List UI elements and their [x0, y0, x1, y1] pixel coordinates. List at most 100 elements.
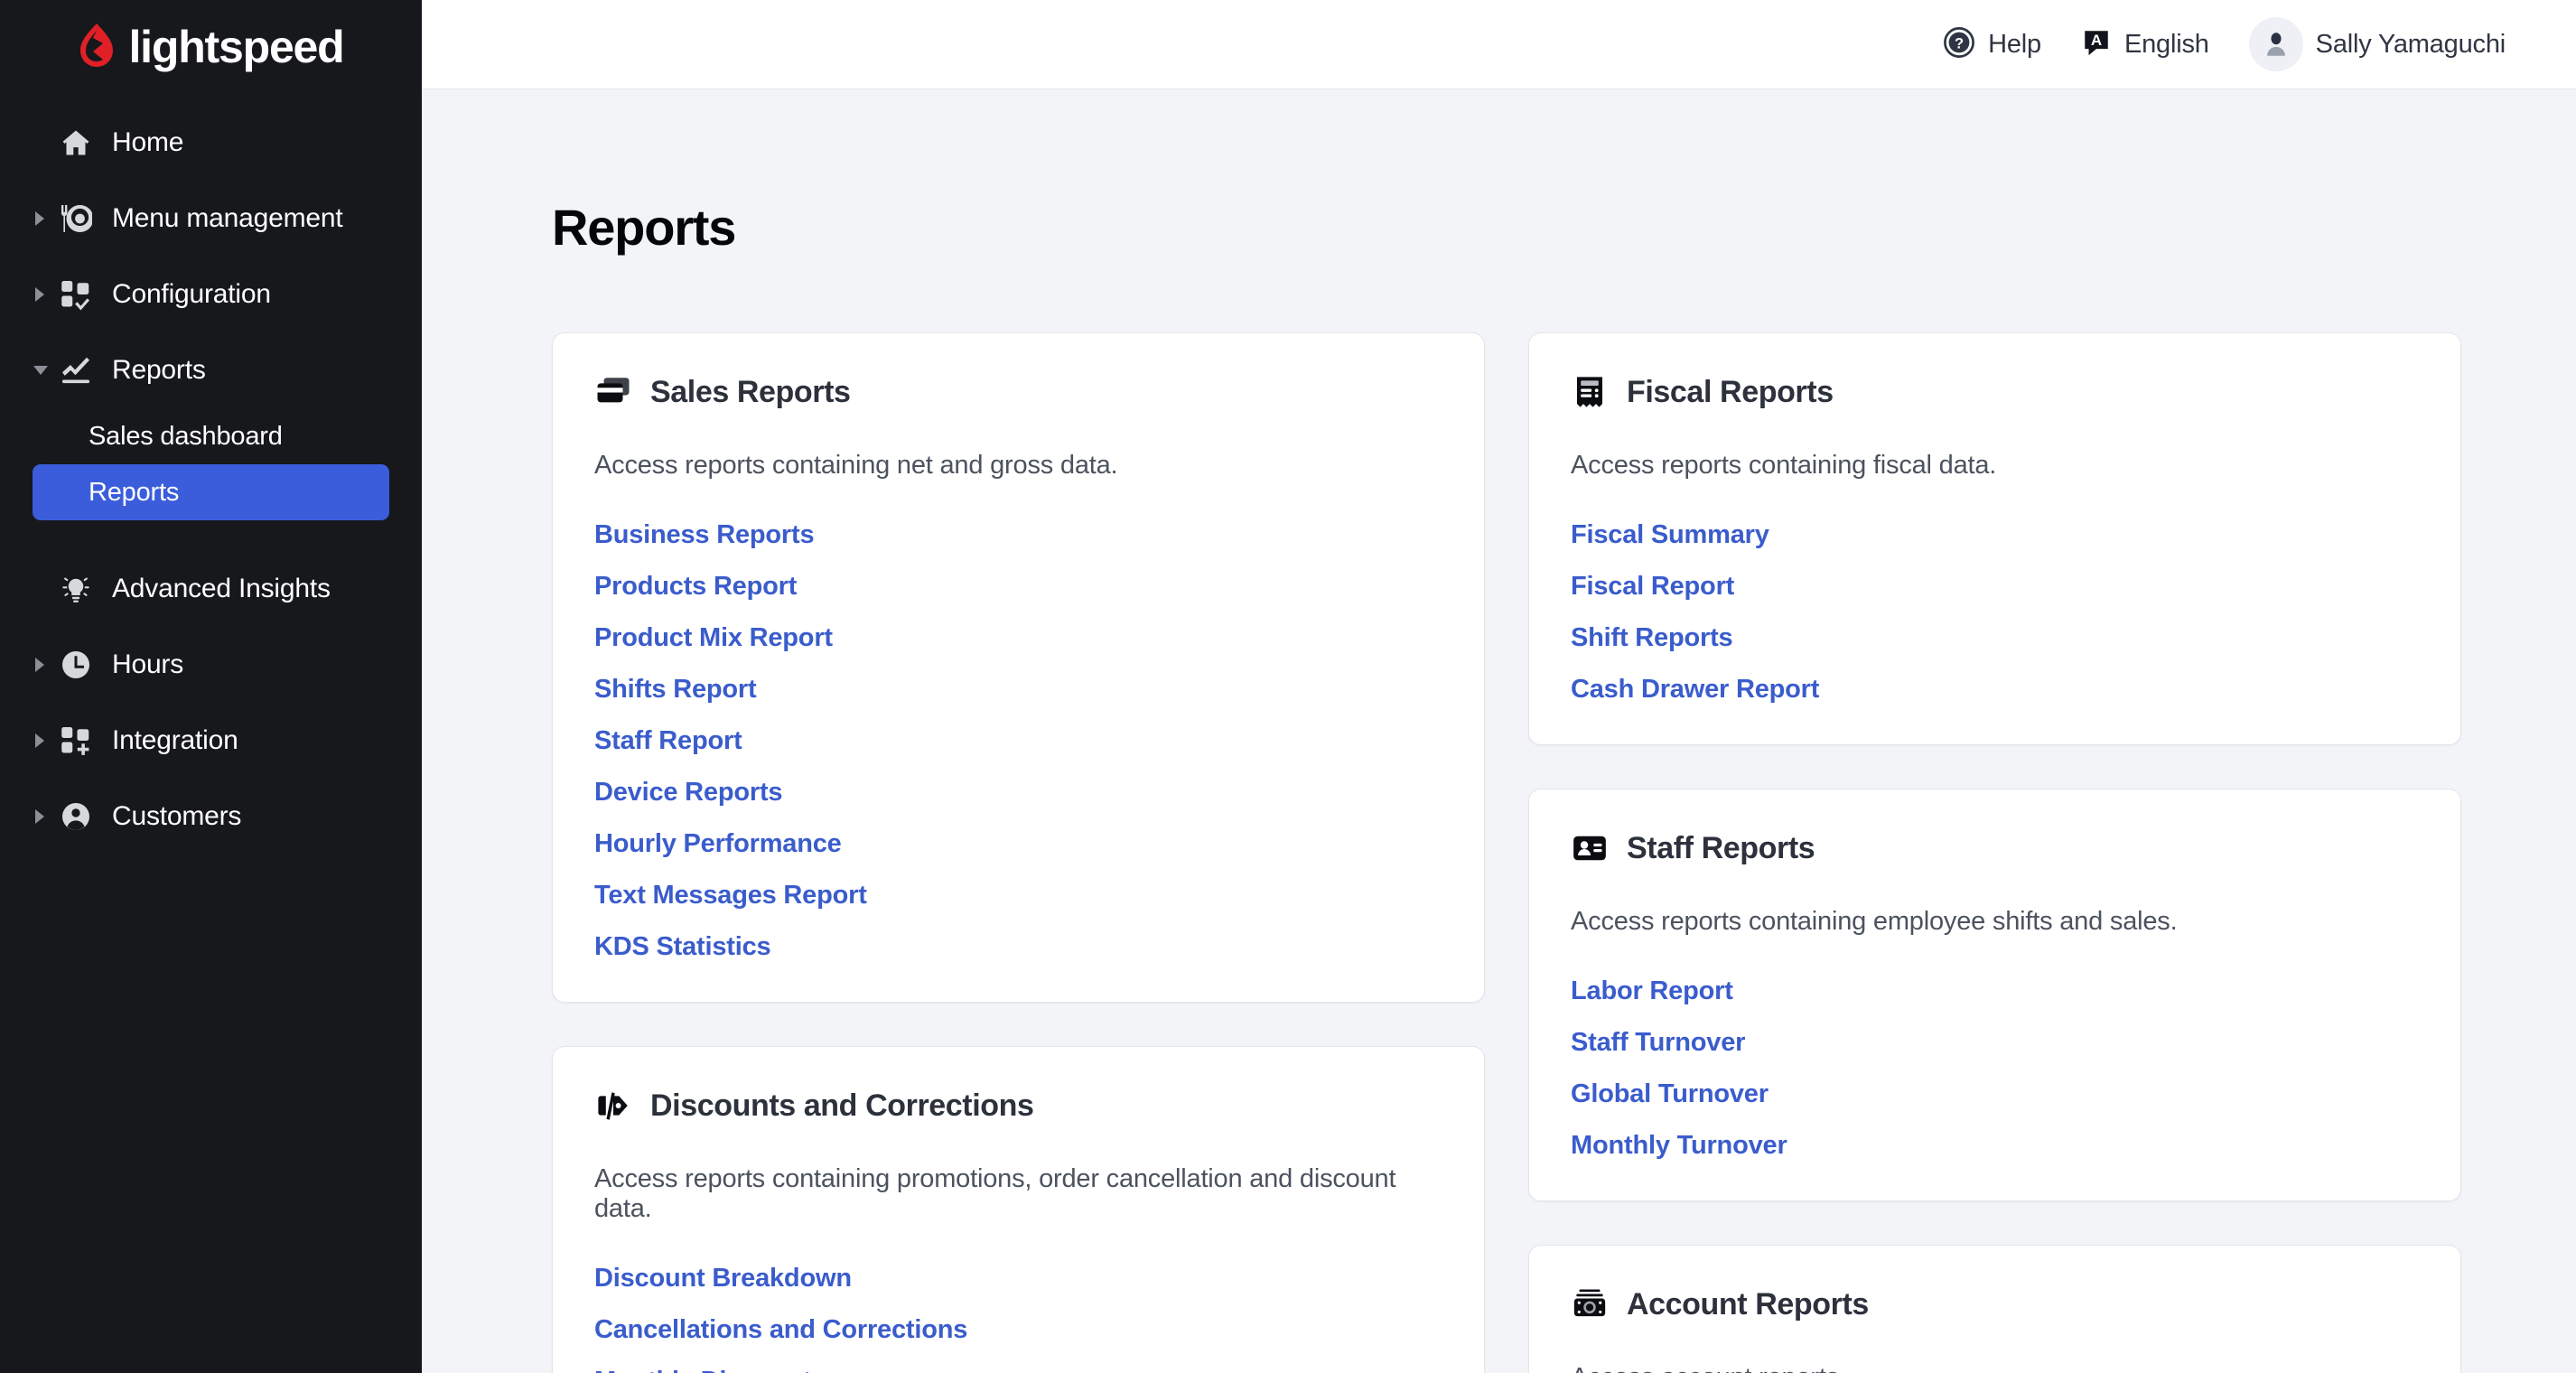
- card-title: Discounts and Corrections: [650, 1088, 1034, 1123]
- report-link[interactable]: Global Turnover: [1571, 1069, 1769, 1120]
- chevron-right-icon[interactable]: [33, 210, 60, 227]
- sidebar-item-integration[interactable]: Integration: [0, 703, 422, 779]
- report-link[interactable]: Shift Reports: [1571, 612, 1733, 664]
- report-link[interactable]: Staff Turnover: [1571, 1017, 1745, 1069]
- chevron-right-icon[interactable]: [33, 286, 60, 303]
- sidebar-item-label: Integration: [112, 725, 238, 755]
- reports-chart-icon: [60, 354, 112, 387]
- card-header: Sales Reports: [594, 373, 1444, 411]
- sidebar-subitem-sales-dashboard[interactable]: Sales dashboard: [33, 408, 389, 464]
- brand-logo[interactable]: lightspeed: [0, 0, 422, 87]
- sidebar-item-label: Customers: [112, 801, 242, 831]
- sidebar-item-advanced-insights[interactable]: Advanced Insights: [0, 551, 422, 627]
- card-links: Labor Report Staff Turnover Global Turno…: [1571, 976, 2421, 1161]
- user-menu[interactable]: Sally Yamaguchi: [2229, 0, 2525, 89]
- discount-tag-icon: [594, 1087, 632, 1125]
- help-label: Help: [1988, 29, 2041, 59]
- sidebar-item-label: Home: [112, 127, 184, 157]
- integration-icon: [60, 724, 112, 757]
- sidebar-item-reports[interactable]: Reports: [0, 332, 422, 408]
- card-staff-reports: Staff Reports Access reports containing …: [1528, 789, 2461, 1201]
- report-link[interactable]: Fiscal Report: [1571, 561, 1734, 612]
- report-link[interactable]: Shifts Report: [594, 664, 757, 715]
- receipt-icon: [1571, 373, 1609, 411]
- chevron-right-icon[interactable]: [33, 733, 60, 749]
- help-icon: ?: [1943, 26, 1975, 63]
- card-title: Sales Reports: [650, 374, 851, 409]
- translate-icon: A: [2081, 27, 2112, 62]
- report-link[interactable]: Monthly Turnover: [1571, 1120, 1787, 1161]
- left-column: Sales Reports Access reports containing …: [552, 332, 1485, 1373]
- configuration-icon: [60, 278, 112, 311]
- card-description: Access reports containing promotions, or…: [594, 1164, 1396, 1223]
- sidebar-item-hours[interactable]: Hours: [0, 627, 422, 703]
- card-fiscal-reports: Fiscal Reports Access reports containing…: [1528, 332, 2461, 745]
- card-title: Fiscal Reports: [1627, 374, 1834, 409]
- clock-icon: [60, 649, 112, 681]
- sidebar-item-label: Menu management: [112, 203, 343, 233]
- sidebar-item-label: Hours: [112, 649, 184, 679]
- sidebar-item-label: Advanced Insights: [112, 574, 331, 603]
- sidebar-item-customers[interactable]: Customers: [0, 779, 422, 855]
- chevron-right-icon[interactable]: [33, 657, 60, 673]
- report-link[interactable]: Hourly Performance: [594, 818, 842, 870]
- report-link[interactable]: Discount Breakdown: [594, 1264, 852, 1304]
- card-description: Access reports containing net and gross …: [594, 451, 1118, 480]
- report-link[interactable]: Cancellations and Corrections: [594, 1304, 967, 1356]
- credit-cards-icon: [594, 373, 632, 411]
- language-selector[interactable]: A English: [2061, 0, 2229, 89]
- card-links: Fiscal Summary Fiscal Report Shift Repor…: [1571, 520, 2421, 705]
- report-link[interactable]: KDS Statistics: [594, 921, 771, 962]
- card-header: Account Reports: [1571, 1285, 2421, 1323]
- menu-management-icon: [60, 202, 112, 235]
- card-links: Business Reports Products Report Product…: [594, 520, 1444, 962]
- home-icon: [60, 126, 112, 159]
- report-link[interactable]: Labor Report: [1571, 976, 1733, 1017]
- right-column: Fiscal Reports Access reports containing…: [1528, 332, 2461, 1373]
- avatar: [2248, 17, 2303, 71]
- sidebar-subitem-reports[interactable]: Reports: [33, 464, 389, 520]
- content-area: Reports Sales Reports Access reports con…: [422, 89, 2576, 1373]
- sidebar-item-configuration[interactable]: Configuration: [0, 257, 422, 332]
- sidebar-item-label: Reports: [112, 355, 206, 385]
- help-button[interactable]: ? Help: [1923, 0, 2061, 89]
- user-name: Sally Yamaguchi: [2315, 29, 2506, 59]
- report-link[interactable]: Text Messages Report: [594, 870, 867, 921]
- card-header: Discounts and Corrections: [594, 1087, 1444, 1125]
- card-title: Staff Reports: [1627, 830, 1815, 865]
- sidebar-item-menu-management[interactable]: Menu management: [0, 181, 422, 257]
- sidebar-subitem-label: Reports: [89, 477, 180, 507]
- card-account-reports: Account Reports Access account reports.: [1528, 1245, 2461, 1373]
- card-links: Discount Breakdown Cancellations and Cor…: [594, 1264, 1444, 1373]
- top-bar: ? Help A English Sally Yamaguchi: [422, 0, 2576, 89]
- chevron-down-icon[interactable]: [33, 363, 60, 378]
- report-link[interactable]: Monthly Discounts: [594, 1356, 826, 1373]
- brand-wordmark: lightspeed: [128, 22, 344, 72]
- card-description: Access reports containing employee shift…: [1571, 907, 2178, 936]
- sidebar-item-home[interactable]: Home: [0, 105, 422, 181]
- report-link[interactable]: Cash Drawer Report: [1571, 664, 1819, 705]
- report-link[interactable]: Product Mix Report: [594, 612, 833, 664]
- sidebar-nav: Home Menu management Configuration Repor…: [0, 87, 422, 855]
- report-link[interactable]: Products Report: [594, 561, 797, 612]
- reports-grid: Sales Reports Access reports containing …: [552, 332, 2461, 1373]
- chevron-right-icon[interactable]: [33, 808, 60, 825]
- sidebar-item-label: Configuration: [112, 279, 271, 309]
- lightbulb-icon: [60, 573, 112, 605]
- card-header: Fiscal Reports: [1571, 373, 2421, 411]
- card-title: Account Reports: [1627, 1286, 1869, 1322]
- svg-text:?: ?: [1955, 35, 1964, 51]
- nav-divider-gap: [0, 520, 422, 551]
- card-description: Access account reports.: [1571, 1363, 2421, 1373]
- sidebar-subitem-label: Sales dashboard: [89, 421, 283, 451]
- main-area: ? Help A English Sally Yamaguchi Reports…: [422, 0, 2576, 1373]
- banknote-icon: [1571, 1285, 1609, 1323]
- report-link[interactable]: Staff Report: [594, 715, 742, 767]
- report-link[interactable]: Fiscal Summary: [1571, 520, 1769, 561]
- svg-text:A: A: [2091, 32, 2102, 49]
- report-link[interactable]: Device Reports: [594, 767, 783, 818]
- report-link[interactable]: Business Reports: [594, 520, 815, 561]
- page-title: Reports: [552, 199, 736, 256]
- card-sales-reports: Sales Reports Access reports containing …: [552, 332, 1485, 1003]
- card-description: Access reports containing fiscal data.: [1571, 451, 1997, 480]
